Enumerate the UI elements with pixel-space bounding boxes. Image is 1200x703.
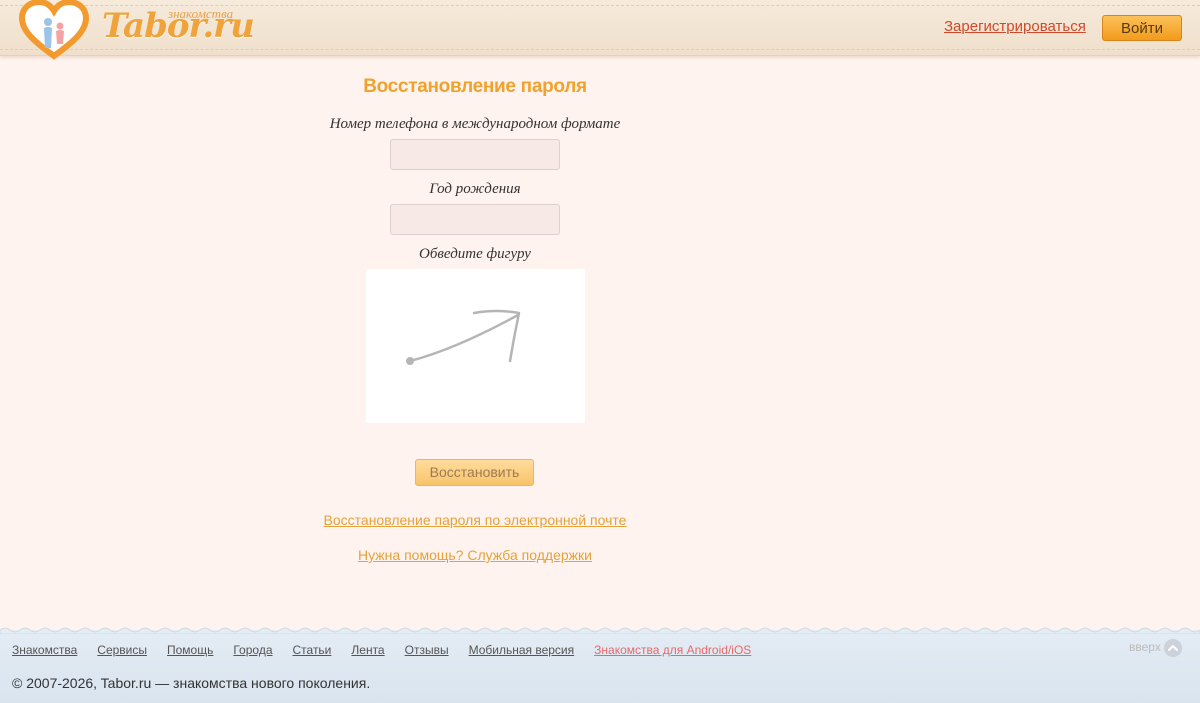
- phone-input[interactable]: [390, 139, 560, 170]
- phone-label: Номер телефона в международном формате: [329, 116, 621, 132]
- footer-link-help[interactable]: Помощь: [167, 643, 213, 657]
- footer-link-feed[interactable]: Лента: [351, 643, 384, 657]
- logo-heart-icon: [18, 0, 90, 60]
- support-link[interactable]: Нужна помощь? Служба поддержки: [275, 547, 675, 563]
- footer-link-articles[interactable]: Статьи: [293, 643, 332, 657]
- footer-link-cities[interactable]: Города: [233, 643, 272, 657]
- footer: Знакомства Сервисы Помощь Города Статьи Лента…: [0, 627, 1200, 703]
- birth-year-label: Год рождения: [429, 181, 521, 197]
- footer-wave-divider: [0, 627, 1200, 634]
- footer-nav: Знакомства Сервисы Помощь Города Статьи Лента…: [12, 641, 771, 659]
- login-button[interactable]: Войти: [1102, 15, 1182, 41]
- captcha-arrow-shape: [406, 309, 521, 365]
- copyright: © 2007-2026, Tabor.ru — знакомства новог…: [12, 675, 371, 691]
- email-recovery-link[interactable]: Восстановление пароля по электронной поч…: [275, 512, 675, 528]
- logo[interactable]: Tabor.ru знакомства: [18, 0, 255, 60]
- to-top-link[interactable]: вверх: [1129, 640, 1161, 654]
- header: Tabor.ru знакомства Зарегистрироваться В…: [0, 0, 1200, 60]
- footer-link-mobile[interactable]: Мобильная версия: [469, 643, 575, 657]
- footer-link-services[interactable]: Сервисы: [97, 643, 147, 657]
- birth-year-input[interactable]: [390, 204, 560, 235]
- register-link[interactable]: Зарегистрироваться: [944, 18, 1086, 35]
- restore-button[interactable]: Восстановить: [415, 459, 534, 486]
- page-title: Восстановление пароля: [363, 76, 587, 97]
- footer-link-dating[interactable]: Знакомства: [12, 643, 77, 657]
- footer-link-apps[interactable]: Знакомства для Android/iOS: [594, 643, 751, 657]
- footer-link-reviews[interactable]: Отзывы: [405, 643, 449, 657]
- logo-subtext: знакомства: [168, 6, 234, 21]
- captcha-canvas[interactable]: [366, 269, 585, 423]
- arrow-up-icon[interactable]: [1164, 639, 1182, 657]
- captcha-label: Обведите фигуру: [419, 246, 531, 262]
